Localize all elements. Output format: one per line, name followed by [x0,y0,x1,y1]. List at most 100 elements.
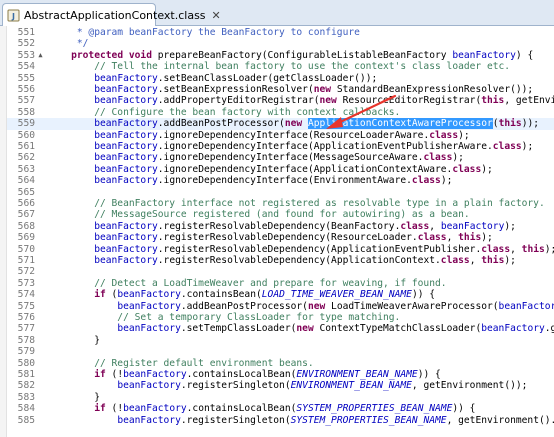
line-number: 571 [17,255,35,266]
code-line[interactable]: 554 // Tell the internal bean factory to… [7,61,554,72]
tab-abstract-application-context[interactable]: J AbstractApplicationContext.class ✕ [2,3,221,26]
line-number: 572 [17,266,35,278]
code-text: // Register default environment beans. [48,358,314,369]
code-token: ); [521,141,534,152]
code-line[interactable]: 579 [7,346,554,357]
code-line[interactable]: 552 */ [7,38,554,49]
code-token: beanFactory [117,300,181,312]
code-token: beanFactory [94,243,158,255]
code-token: .getBeanCl [544,323,554,335]
code-token: this [481,95,505,107]
line-number: 583 [17,391,35,403]
line-number: 569 [17,232,35,244]
code-line[interactable]: 577 beanFactory.setTempClassLoader(new C… [7,323,554,334]
code-line[interactable]: 559 beanFactory.addBeanPostProcessor(new… [7,118,554,130]
code-line[interactable]: 571 beanFactory.registerResolvableDepend… [7,255,554,266]
code-editor[interactable]: 551 * @param beanFactory the BeanFactory… [7,26,554,437]
code-line[interactable]: 574 if (beanFactory.containsBean(LOAD_TI… [7,289,554,300]
code-token: beanFactory [452,49,516,61]
code-token: )) { [452,403,476,415]
code-line[interactable]: 572 [7,266,554,277]
line-number: 554 [17,61,35,73]
code-token: beanFactory [94,255,158,266]
code-token: // Register default environment beans. [48,357,314,369]
code-text: } [48,335,100,346]
code-token: beanFactory [94,152,158,164]
code-token: } [48,334,100,346]
code-token: // Set a temporary ClassLoader for type … [48,312,401,323]
line-number: 570 [17,243,35,255]
code-line[interactable]: 551 * @param beanFactory the BeanFactory… [7,27,554,38]
code-token: (! [105,403,124,415]
override-marker-icon[interactable]: ▲ [37,50,44,61]
code-line[interactable]: 580 // Register default environment bean… [7,358,554,369]
code-token: class [429,129,459,141]
code-text: beanFactory.setBeanClassLoader(getClassL… [48,73,377,84]
code-line[interactable]: 564 beanFactory.ignoreDependencyInterfac… [7,175,554,186]
code-line[interactable]: 567 // MessageSource registered (and fou… [7,209,554,220]
code-text: // BeanFactory interface not registered … [48,198,545,209]
code-token: if [94,289,106,301]
code-text: * @param beanFactory the BeanFactory to … [48,27,360,38]
code-token: // MessageSource registered (and found f… [48,209,470,221]
code-token: ); [481,163,493,175]
code-line[interactable]: 569 beanFactory.registerResolvableDepend… [7,232,554,243]
code-line[interactable]: 553 ▲ protected void prepareBeanFactory(C… [7,50,554,61]
code-token: SYSTEM_PROPERTIES_BEAN_NAME [296,403,453,415]
code-line[interactable]: 561 beanFactory.ignoreDependencyInterfac… [7,141,554,152]
code-token: this [521,243,545,255]
code-token: LOAD_TIME_WEAVER_BEAN_NAME [261,289,412,301]
code-token: beanFactory [94,118,158,130]
code-line[interactable]: 563 beanFactory.ignoreDependencyInterfac… [7,164,554,175]
editor-left-ruler [0,26,7,437]
code-line[interactable]: 576 // Set a temporary ClassLoader for t… [7,312,554,323]
line-number: 553 [17,49,35,61]
code-line[interactable]: 560 beanFactory.ignoreDependencyInterfac… [7,130,554,141]
code-token: class [417,232,447,244]
code-line[interactable]: 578 } [7,335,554,346]
code-line[interactable]: 565 [7,187,554,198]
code-line[interactable]: 584 if (!beanFactory.containsLocalBean(S… [7,403,554,414]
code-token: ); [504,255,516,266]
code-text: // MessageSource registered (and found f… [48,209,470,221]
code-line[interactable]: 581 if (!beanFactory.containsLocalBean(E… [7,369,554,380]
code-line[interactable]: 568 beanFactory.registerResolvableDepend… [7,221,554,232]
code-line[interactable]: 575 beanFactory.addBeanPostProcessor(new… [7,301,554,312]
code-line[interactable]: 555 beanFactory.setBeanClassLoader(getCl… [7,73,554,84]
code-token: class [423,152,453,164]
code-line[interactable]: 570 beanFactory.registerResolvableDepend… [7,244,554,255]
code-line[interactable]: 585 beanFactory.registerSingleton(SYSTEM… [7,415,554,426]
code-line[interactable]: 573 // Detect a LoadTimeWeaver and prepa… [7,278,554,289]
code-line[interactable]: 557 beanFactory.addPropertyEditorRegistr… [7,95,554,106]
tab-title: AbstractApplicationContext.class [24,8,206,22]
code-token: , [446,232,459,244]
code-text: protected void prepareBeanFactory(Config… [48,50,533,61]
code-token: if [94,403,106,415]
code-token: class [411,175,441,187]
code-token: beanFactory [123,403,187,415]
code-text: beanFactory.registerResolvableDependency… [48,221,516,232]
code-token: .ignoreDependencyInterface(ResourceLoade… [157,129,430,141]
code-text: beanFactory.addPropertyEditorRegistrar(n… [48,95,554,106]
line-number: 565 [17,186,35,198]
line-number: 576 [17,312,35,323]
code-line[interactable]: 566 // BeanFactory interface not registe… [7,198,554,209]
code-text: beanFactory.registerSingleton(ENVIRONMEN… [48,380,527,391]
code-token: ); [458,129,470,141]
code-line[interactable]: 562 beanFactory.ignoreDependencyInterfac… [7,152,554,163]
code-token: .registerResolvableDependency(Applicatio… [157,255,441,266]
code-line[interactable]: 583 } [7,392,554,403]
code-line[interactable]: 558 // Configure the bean factory with c… [7,107,554,118]
close-icon[interactable]: ✕ [212,9,221,22]
java-class-file-icon: J [7,9,20,22]
code-line[interactable]: 582 beanFactory.registerSingleton(ENVIRO… [7,380,554,391]
code-token: this [481,255,505,266]
code-line[interactable]: 556 beanFactory.setBeanExpressionResolve… [7,84,554,95]
